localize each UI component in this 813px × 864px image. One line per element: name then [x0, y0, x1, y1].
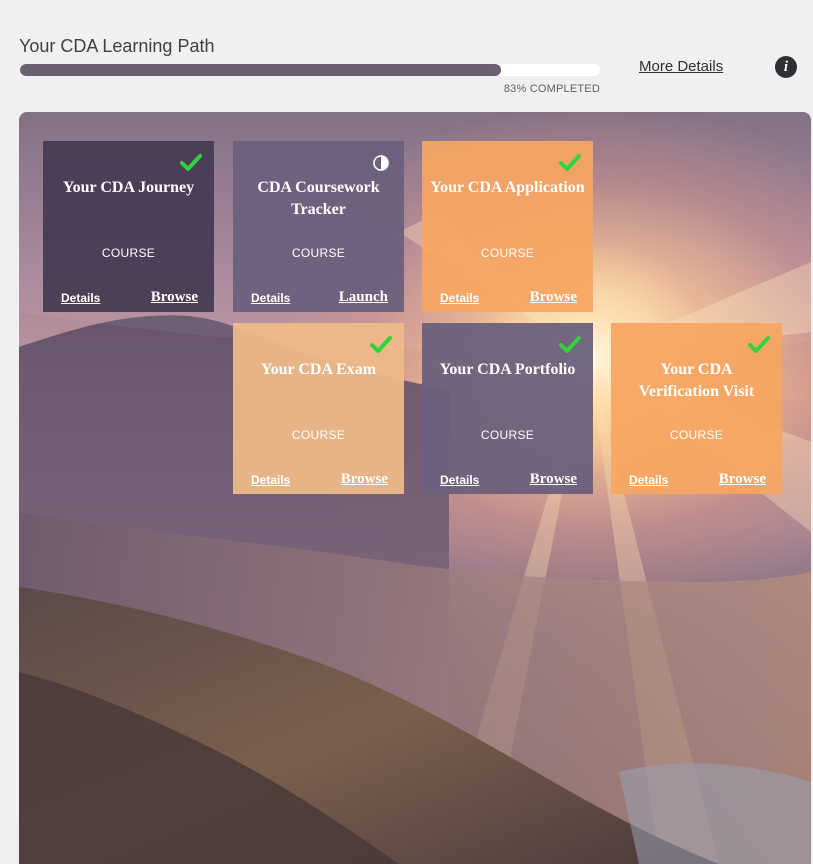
progress-bar — [20, 64, 600, 76]
details-link[interactable]: Details — [440, 291, 479, 305]
details-link[interactable]: Details — [251, 473, 290, 487]
check-icon — [748, 335, 770, 355]
learning-path-header: Your CDA Learning Path 83% COMPLETED Mor… — [0, 0, 813, 110]
browse-link[interactable]: Browse — [719, 471, 766, 488]
details-link[interactable]: Details — [440, 473, 479, 487]
check-icon — [559, 153, 581, 173]
background-scene: Your CDA Journey COURSE Details Browse C… — [19, 112, 811, 864]
course-tile-coursework-tracker[interactable]: CDA Coursework Tracker COURSE Details La… — [233, 141, 404, 312]
tile-title: Your CDA Portfolio — [439, 361, 576, 378]
course-tile-cda-verification-visit[interactable]: Your CDA Verification Visit COURSE Detai… — [611, 323, 782, 494]
tile-type: COURSE — [669, 428, 724, 442]
course-tile-cda-exam[interactable]: Your CDA Exam COURSE Details Browse — [233, 323, 404, 494]
tile-title: Your CDA Verification Visit — [638, 361, 755, 400]
browse-link[interactable]: Browse — [151, 289, 198, 306]
half-circle-icon — [370, 153, 392, 173]
tile-type: COURSE — [480, 246, 535, 260]
check-icon — [559, 335, 581, 355]
browse-link[interactable]: Browse — [530, 289, 577, 306]
page-title: Your CDA Learning Path — [19, 36, 215, 56]
check-icon — [370, 335, 392, 355]
course-tile-cda-portfolio[interactable]: Your CDA Portfolio COURSE Details Browse — [422, 323, 593, 494]
browse-link[interactable]: Browse — [530, 471, 577, 488]
details-link[interactable]: Details — [251, 291, 290, 305]
info-icon[interactable]: i — [775, 56, 797, 78]
tile-title: Your CDA Exam — [260, 361, 377, 378]
check-icon — [180, 153, 202, 173]
tile-title: Your CDA Journey — [62, 179, 195, 196]
course-tile-cda-journey[interactable]: Your CDA Journey COURSE Details Browse — [43, 141, 214, 312]
details-link[interactable]: Details — [629, 473, 668, 487]
tile-type: COURSE — [291, 246, 346, 260]
browse-link[interactable]: Browse — [341, 471, 388, 488]
launch-link[interactable]: Launch — [339, 289, 388, 306]
tile-type: COURSE — [101, 246, 156, 260]
course-tile-cda-application[interactable]: Your CDA Application COURSE Details Brow… — [422, 141, 593, 312]
progress-text: 83% COMPLETED — [503, 83, 600, 95]
progress-fill — [20, 64, 502, 76]
more-details-link[interactable]: More Details — [639, 58, 723, 75]
tile-type: COURSE — [291, 428, 346, 442]
tile-type: COURSE — [480, 428, 535, 442]
tile-title: Your CDA Application — [430, 179, 585, 196]
details-link[interactable]: Details — [61, 291, 100, 305]
tile-title: CDA Coursework Tracker — [257, 179, 380, 218]
